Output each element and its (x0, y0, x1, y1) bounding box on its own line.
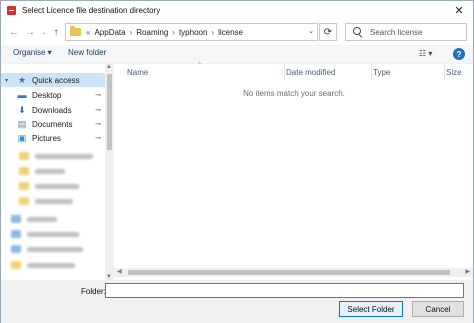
new-folder-button[interactable]: New folder (68, 48, 106, 57)
column-header-label: Type (373, 67, 391, 77)
column-header-type[interactable]: Type (372, 64, 445, 80)
column-header-name[interactable]: Name (114, 64, 285, 80)
pin-icon: ⊸ (95, 135, 101, 142)
breadcrumb-separator[interactable]: › (172, 28, 175, 37)
navigation-pane-scrollbar[interactable]: ▲ ▼ (105, 64, 114, 280)
pin-icon: ⊸ (95, 121, 101, 128)
breadcrumb-separator[interactable]: › (130, 28, 133, 37)
scrollbar-thumb[interactable] (128, 270, 450, 275)
redacted-label (35, 183, 79, 189)
folder-icon (19, 197, 29, 205)
redacted-item[interactable] (19, 197, 73, 205)
breadcrumb-separator[interactable]: › (211, 28, 214, 37)
folder-icon (11, 261, 21, 269)
folder-icon (19, 167, 29, 175)
column-header-date-modified[interactable]: Date modified (285, 64, 372, 80)
organise-button[interactable]: Organise ▾ (13, 48, 52, 57)
command-toolbar: Organise ▾ New folder ☷ ▾ ? (1, 45, 473, 63)
cloud-icon (11, 230, 21, 238)
help-button[interactable]: ? (453, 48, 465, 60)
sidebar-item-label: Desktop (32, 90, 62, 100)
sidebar-item-desktop[interactable]: ▬ Desktop ⊸ (1, 88, 105, 102)
redacted-label (27, 262, 75, 268)
star-icon: ★ (17, 74, 27, 85)
redacted-label (35, 168, 65, 174)
folder-name-input[interactable] (105, 283, 464, 298)
dialog-footer: Folder: Select Folder Cancel (1, 280, 473, 323)
breadcrumb-overflow[interactable]: « (86, 28, 90, 37)
sidebar-item-downloads[interactable]: ⬇ Downloads ⊸ (1, 103, 105, 117)
expand-chevron-icon[interactable]: ▾ (5, 77, 13, 84)
folder-icon (19, 182, 29, 190)
navigation-bar: ← → ⌄ ↑ « AppData › Roaming › typhoon › … (1, 19, 473, 45)
address-dropdown-icon[interactable]: ⌄ (308, 27, 314, 35)
redacted-item[interactable] (11, 230, 79, 238)
pin-icon: ⊸ (95, 107, 101, 114)
pictures-icon: ▣ (17, 132, 27, 143)
search-input[interactable] (370, 27, 460, 37)
redacted-item[interactable] (19, 167, 65, 175)
breadcrumb-roaming[interactable]: Roaming (136, 28, 168, 37)
sidebar-item-label: Pictures (32, 133, 61, 143)
redacted-label (27, 246, 83, 252)
window-title: Select Licence file destination director… (22, 5, 161, 15)
title-bar: Select Licence file destination director… (1, 1, 473, 19)
column-header-size[interactable]: Size (445, 64, 473, 80)
scroll-right-icon[interactable]: ▶ (465, 268, 470, 275)
empty-state-message: No items match your search. (243, 89, 345, 98)
select-folder-dialog: Select Licence file destination director… (0, 0, 474, 323)
column-header-label: Name (127, 67, 149, 77)
redacted-label (35, 198, 73, 204)
file-list-pane: ^ Name Date modified Type Size No items … (114, 62, 473, 280)
select-folder-button[interactable]: Select Folder (339, 301, 403, 317)
sidebar-item-label: Downloads (32, 105, 72, 115)
cloud-icon (11, 215, 21, 223)
column-header-label: Size (446, 67, 462, 77)
up-button[interactable]: ↑ (49, 25, 63, 39)
scrollbar-thumb[interactable] (107, 74, 112, 150)
sidebar-item-label: Documents (32, 119, 73, 129)
redacted-label (35, 153, 93, 159)
sidebar-item-pictures[interactable]: ▣ Pictures ⊸ (1, 131, 105, 145)
view-options-button[interactable]: ☷ ▾ (419, 49, 432, 58)
refresh-button[interactable]: ⟳ (319, 23, 337, 41)
file-list-horizontal-scrollbar[interactable]: ◀ ▶ (114, 268, 473, 277)
sidebar-item-label: Quick access (32, 75, 80, 85)
breadcrumb-appdata[interactable]: AppData (94, 28, 125, 37)
cloud-icon (11, 245, 21, 253)
sidebar-item-quick-access[interactable]: ▾ ★ Quick access (1, 73, 105, 87)
breadcrumb-license[interactable]: license (218, 28, 243, 37)
app-icon (7, 5, 16, 15)
back-button[interactable]: ← (7, 25, 21, 39)
search-icon (352, 26, 364, 38)
folder-label: Folder: (81, 287, 106, 296)
navigation-pane: ▾ ★ Quick access ▬ Desktop ⊸ ⬇ Downloads… (1, 64, 114, 280)
search-box[interactable] (345, 23, 467, 41)
scroll-up-icon[interactable]: ▲ (106, 64, 112, 70)
redacted-item[interactable] (19, 182, 79, 190)
redacted-label (27, 231, 79, 237)
redacted-label (27, 216, 57, 222)
forward-button[interactable]: → (23, 25, 37, 39)
desktop-icon: ▬ (17, 90, 27, 100)
folder-icon (19, 152, 29, 160)
sidebar-item-documents[interactable]: ▤ Documents ⊸ (1, 117, 105, 131)
redacted-item[interactable] (19, 152, 93, 160)
close-button[interactable]: ✕ (445, 1, 473, 19)
scroll-left-icon[interactable]: ◀ (117, 268, 122, 275)
downloads-icon: ⬇ (18, 104, 26, 115)
column-header-label: Date modified (286, 67, 336, 77)
pin-icon: ⊸ (95, 92, 101, 99)
breadcrumb-typhoon[interactable]: typhoon (179, 28, 207, 37)
redacted-item[interactable] (11, 261, 75, 269)
cancel-button[interactable]: Cancel (412, 301, 464, 317)
redacted-item[interactable] (11, 245, 83, 253)
address-bar[interactable]: « AppData › Roaming › typhoon › license … (65, 23, 318, 41)
documents-icon: ▤ (17, 118, 27, 129)
redacted-item[interactable] (11, 215, 57, 223)
folder-icon (70, 26, 81, 36)
